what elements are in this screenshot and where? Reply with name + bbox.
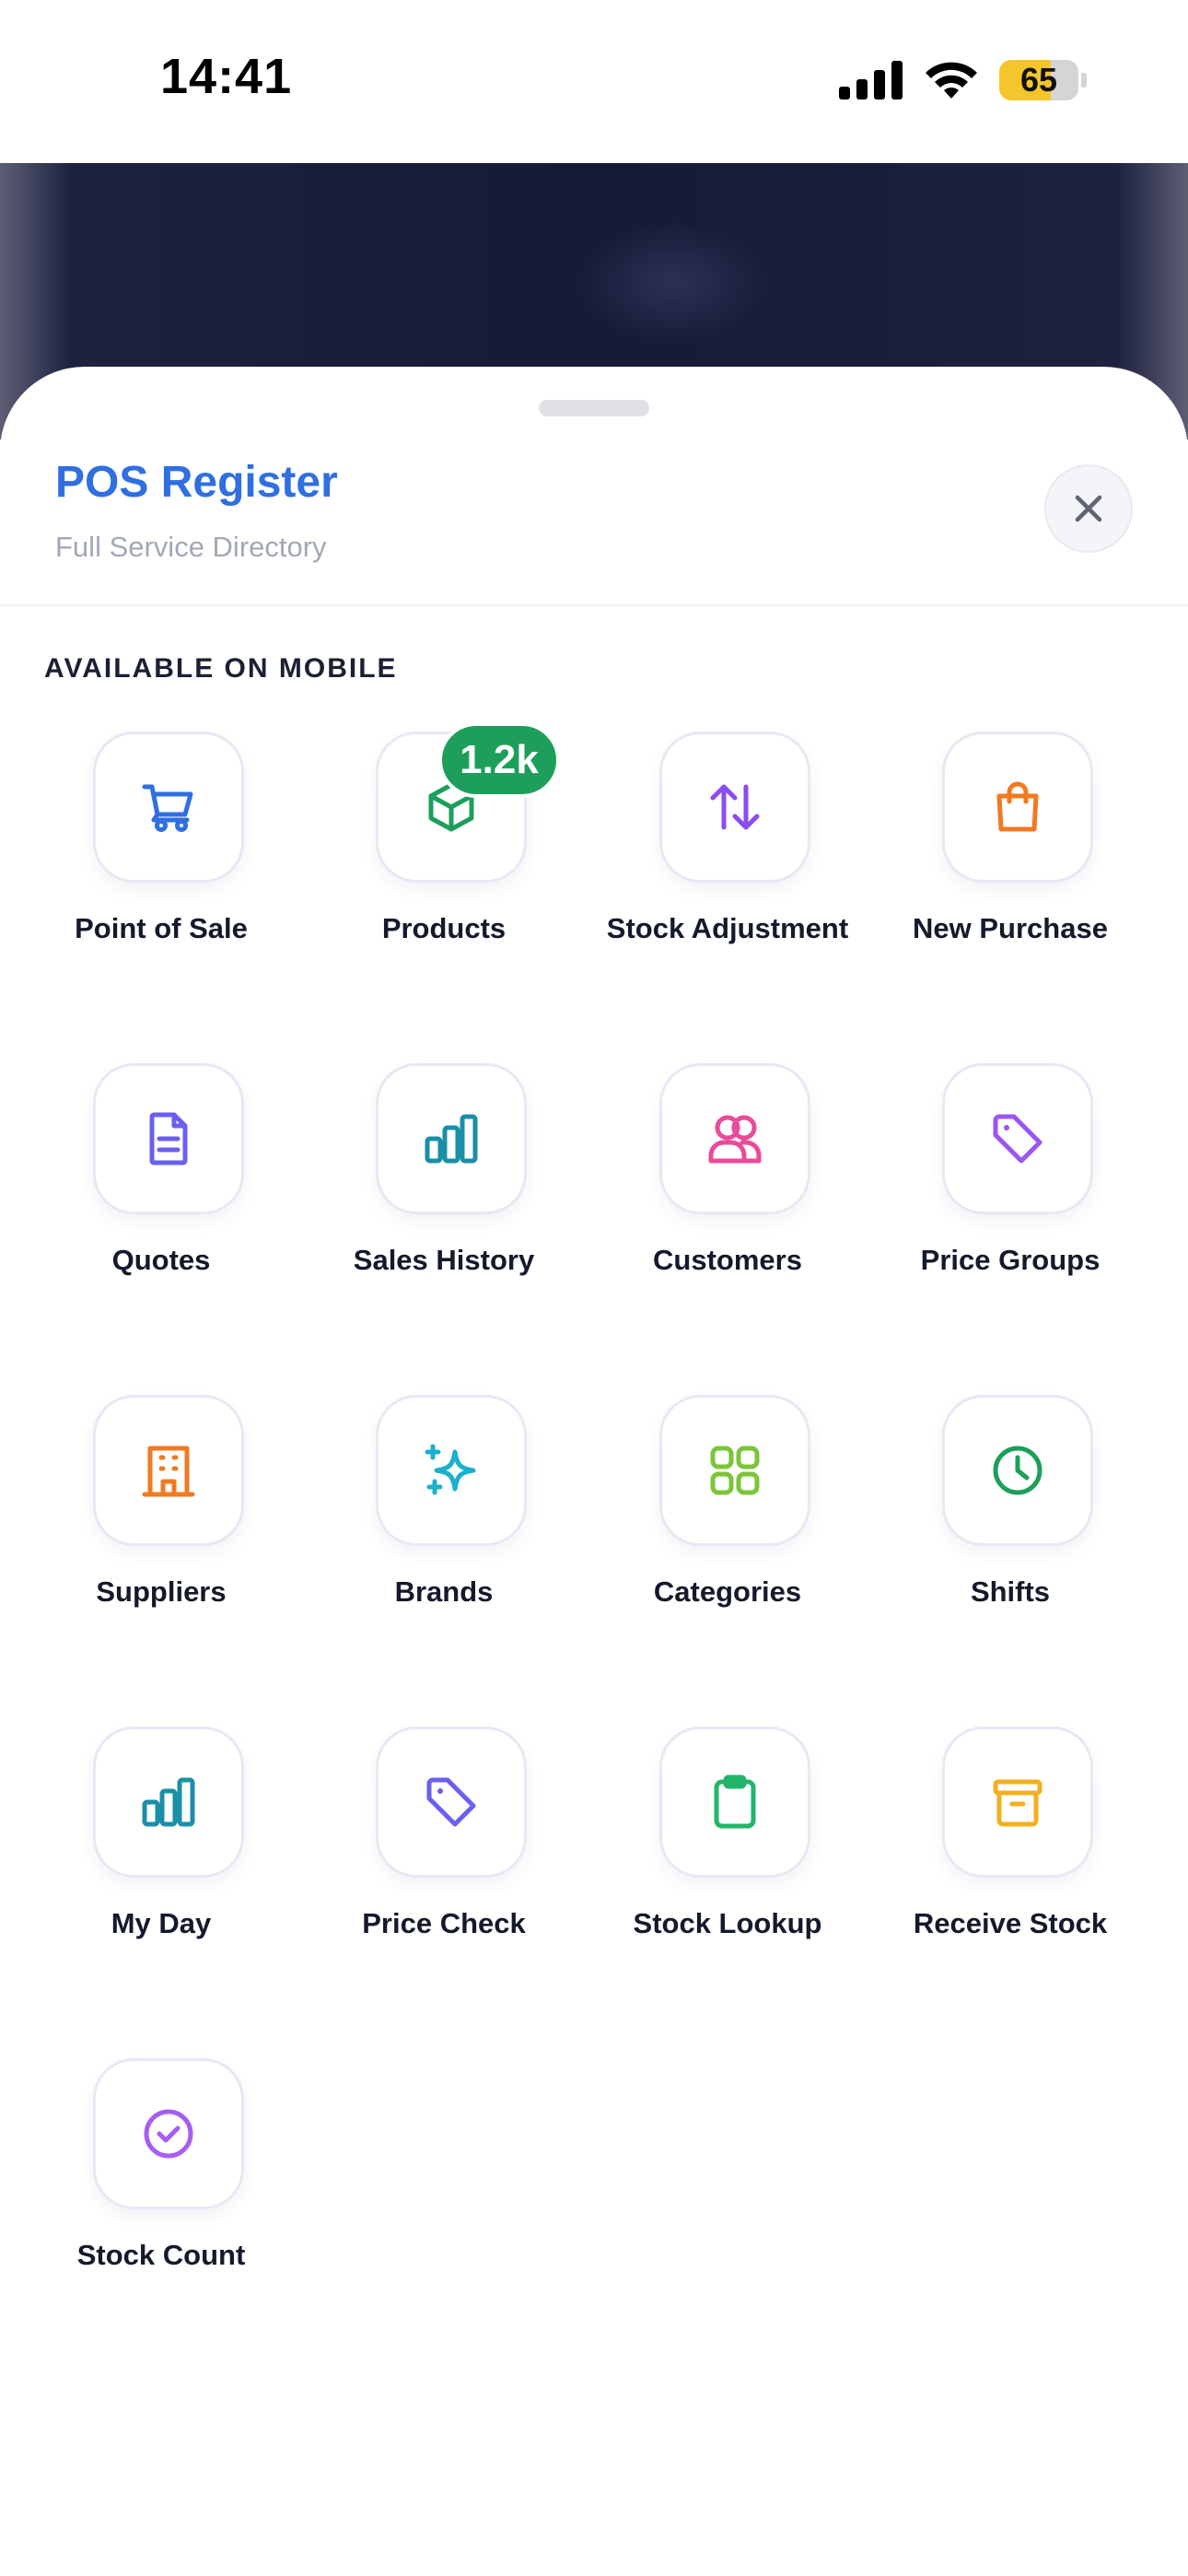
cellular-signal-icon <box>839 61 903 100</box>
document-icon <box>139 1109 198 1168</box>
archive-icon <box>988 1773 1047 1832</box>
tile-icon-box[interactable] <box>376 1727 527 1878</box>
service-tile[interactable]: My Day <box>23 1727 299 2003</box>
tile-icon-box[interactable] <box>376 1395 527 1546</box>
status-time: 14:41 <box>160 49 293 104</box>
tile-label: Price Check <box>362 1907 526 1939</box>
tile-icon-box[interactable] <box>942 1727 1093 1878</box>
battery-tip <box>1081 73 1087 88</box>
shopping-bag-icon <box>988 778 1047 837</box>
service-tile[interactable]: Quotes <box>23 1063 299 1340</box>
sheet-subtitle: Full Service Directory <box>55 531 327 563</box>
tile-label: Suppliers <box>96 1575 227 1608</box>
tile-icon-box[interactable] <box>93 1727 244 1878</box>
service-tile[interactable]: New Purchase <box>872 732 1148 1008</box>
sheet-grabber[interactable] <box>539 400 649 416</box>
tile-label: Sales History <box>353 1244 535 1276</box>
tile-icon-box[interactable] <box>659 1727 810 1878</box>
tile-label: Customers <box>653 1244 802 1276</box>
clock-icon <box>988 1441 1047 1500</box>
service-tile[interactable]: Sales History <box>306 1063 582 1340</box>
tile-label: Categories <box>653 1575 802 1608</box>
tile-icon-box[interactable] <box>942 732 1093 883</box>
tile-icon-box[interactable] <box>93 1063 244 1214</box>
service-tile[interactable]: Stock Lookup <box>589 1727 866 2003</box>
section-label: AVAILABLE ON MOBILE <box>44 653 398 684</box>
header-divider <box>0 604 1188 606</box>
service-tile[interactable]: Stock Count <box>23 2058 299 2335</box>
tag-icon <box>988 1109 1047 1168</box>
status-icons: 65 <box>839 57 1087 103</box>
cart-icon <box>139 778 198 837</box>
tile-label: Point of Sale <box>75 912 248 944</box>
tile-label: Stock Count <box>76 2239 246 2271</box>
close-icon <box>1072 492 1105 525</box>
tile-icon-box[interactable] <box>942 1395 1093 1546</box>
service-tile[interactable]: Suppliers <box>23 1395 299 1671</box>
tile-label: Shifts <box>970 1575 1051 1608</box>
service-tile[interactable]: Point of Sale <box>23 732 299 1008</box>
service-tile[interactable]: Categories <box>589 1395 866 1671</box>
tile-label: My Day <box>111 1907 212 1939</box>
sheet-title: POS Register <box>55 458 338 507</box>
clipboard-icon <box>705 1773 764 1832</box>
sparkles-icon <box>422 1441 481 1500</box>
tile-icon-box[interactable] <box>376 1063 527 1214</box>
arrows-up-down-icon <box>705 778 764 837</box>
battery-indicator: 65 <box>999 60 1078 100</box>
service-tile[interactable]: Price Check <box>306 1727 582 2003</box>
tile-label: Products <box>381 912 507 944</box>
building-icon <box>139 1441 198 1500</box>
service-tile[interactable]: Receive Stock <box>872 1727 1148 2003</box>
bottom-sheet: POS Register Full Service Directory AVAI… <box>0 367 1188 2576</box>
tile-icon-box[interactable] <box>659 1063 810 1214</box>
service-tile[interactable]: 1.2k Products <box>306 722 582 1008</box>
tile-label: Receive Stock <box>913 1907 1108 1939</box>
service-tile[interactable]: Price Groups <box>872 1063 1148 1340</box>
backdrop-glow <box>571 218 774 347</box>
tile-label: Quotes <box>111 1244 211 1276</box>
wifi-icon <box>924 60 979 100</box>
tile-label: New Purchase <box>913 912 1108 944</box>
tile-icon-box[interactable] <box>93 2058 244 2209</box>
service-tile[interactable]: Customers <box>589 1063 866 1340</box>
service-tile[interactable]: Stock Adjustment <box>589 732 866 1008</box>
tile-icon-box[interactable] <box>659 1395 810 1546</box>
status-bar: 14:41 65 <box>0 0 1188 163</box>
service-tile[interactable]: Shifts <box>872 1395 1148 1671</box>
tile-label: Brands <box>394 1575 494 1608</box>
tag-icon <box>422 1773 481 1832</box>
battery-level-text: 65 <box>1019 61 1058 99</box>
tile-icon-box[interactable] <box>93 1395 244 1546</box>
count-badge: 1.2k <box>438 722 560 798</box>
check-circle-icon <box>139 2104 198 2163</box>
tile-label: Price Groups <box>920 1244 1101 1276</box>
tile-label: Stock Lookup <box>633 1907 822 1939</box>
screen: 14:41 65 POS Register Full Service Direc… <box>0 0 1188 2576</box>
bar-chart-icon <box>422 1109 481 1168</box>
tile-icon-box[interactable] <box>659 732 810 883</box>
grid-icon <box>705 1441 764 1500</box>
tile-label: Stock Adjustment <box>606 912 849 944</box>
close-button[interactable] <box>1044 464 1133 553</box>
bar-chart-icon <box>139 1773 198 1832</box>
tile-icon-box[interactable] <box>942 1063 1093 1214</box>
tile-icon-box[interactable] <box>93 732 244 883</box>
service-tile[interactable]: Brands <box>306 1395 582 1671</box>
users-icon <box>705 1109 764 1168</box>
